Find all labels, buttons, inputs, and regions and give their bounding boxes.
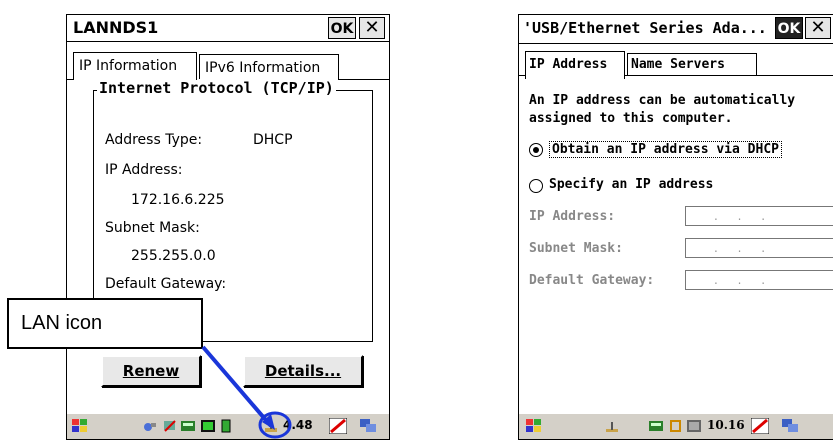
details-button[interactable]: Details... xyxy=(243,355,363,387)
taskbar: 10.16 xyxy=(519,413,833,439)
clock: 4.48 xyxy=(283,418,313,432)
switch-windows-icon[interactable] xyxy=(359,418,377,434)
default-gateway-label: Default Gateway: xyxy=(529,273,655,288)
subnet-mask-label: Subnet Mask: xyxy=(529,241,623,256)
network-tray-icon[interactable] xyxy=(143,419,157,433)
option-dhcp-label[interactable]: Obtain an IP address via DHCP xyxy=(549,141,782,158)
tab-ip-address[interactable]: IP Address xyxy=(525,51,625,79)
usb-ethernet-settings-window: 'USB/Ethernet Series Ada... OK ✕ IP Addr… xyxy=(518,14,833,440)
pen-input-icon[interactable] xyxy=(329,418,347,434)
ok-button[interactable]: OK xyxy=(328,17,356,39)
renew-button-label: Renew xyxy=(122,362,180,380)
close-button[interactable]: ✕ xyxy=(359,17,385,39)
windows-start-icon[interactable] xyxy=(71,417,89,435)
title-bar: LANNDS1 OK ✕ xyxy=(67,15,389,42)
window-title: 'USB/Ethernet Series Ada... xyxy=(523,19,767,37)
tab-ip-information[interactable]: IP Information xyxy=(73,52,197,80)
radio-dhcp[interactable] xyxy=(529,143,543,157)
windows-start-icon[interactable] xyxy=(525,417,543,435)
intro-line-2: assigned to this computer. xyxy=(529,111,733,126)
tab-ipv6-information[interactable]: IPv6 Information xyxy=(199,54,339,80)
ip-address-value: 172.16.6.225 xyxy=(131,192,225,208)
option-specify-label[interactable]: Specify an IP address xyxy=(549,177,713,192)
details-button-label: Details... xyxy=(264,362,342,380)
input-panel-icon[interactable] xyxy=(649,419,663,433)
ip-address-label: IP Address: xyxy=(529,209,616,224)
window-title: LANNDS1 xyxy=(73,18,159,37)
keyboard-icon[interactable] xyxy=(687,419,701,433)
lan-tray-icon[interactable] xyxy=(605,419,619,433)
group-title: Internet Protocol (TCP/IP) xyxy=(97,79,336,97)
tab-name-servers[interactable]: Name Servers xyxy=(627,53,757,75)
connection-error-icon[interactable] xyxy=(163,419,177,433)
radio-specify-ip[interactable] xyxy=(529,179,543,193)
input-panel-icon[interactable] xyxy=(181,419,195,433)
address-type-label: Address Type: xyxy=(105,132,203,148)
keyboard-icon[interactable] xyxy=(201,419,215,433)
subnet-mask-label: Subnet Mask: xyxy=(105,220,200,236)
default-gateway-label: Default Gateway: xyxy=(105,276,227,292)
address-type-value: DHCP xyxy=(253,132,293,148)
lan-icon-callout: LAN icon xyxy=(7,298,203,349)
lan-settings-window: LANNDS1 OK ✕ IP Information IPv6 Informa… xyxy=(66,14,390,440)
subnet-mask-field[interactable]: . . . xyxy=(685,238,833,258)
subnet-mask-value: 255.255.0.0 xyxy=(131,248,216,264)
pen-input-icon[interactable] xyxy=(751,418,769,434)
battery-icon[interactable] xyxy=(219,419,233,433)
ip-address-label: IP Address: xyxy=(105,162,183,178)
clock: 10.16 xyxy=(707,418,745,432)
switch-windows-icon[interactable] xyxy=(781,418,799,434)
taskbar: 4.48 xyxy=(67,413,389,439)
renew-button[interactable]: Renew xyxy=(101,355,201,387)
intro-line-1: An IP address can be automatically xyxy=(529,93,796,108)
title-bar: 'USB/Ethernet Series Ada... OK ✕ xyxy=(519,15,833,44)
usb-connection-icon[interactable] xyxy=(669,419,683,433)
ok-button[interactable]: OK xyxy=(775,17,803,39)
lan-tray-icon[interactable] xyxy=(263,418,279,434)
close-button[interactable]: ✕ xyxy=(805,17,831,39)
default-gateway-field[interactable]: . . . xyxy=(685,270,833,290)
ip-address-field[interactable]: . . . xyxy=(685,206,833,226)
